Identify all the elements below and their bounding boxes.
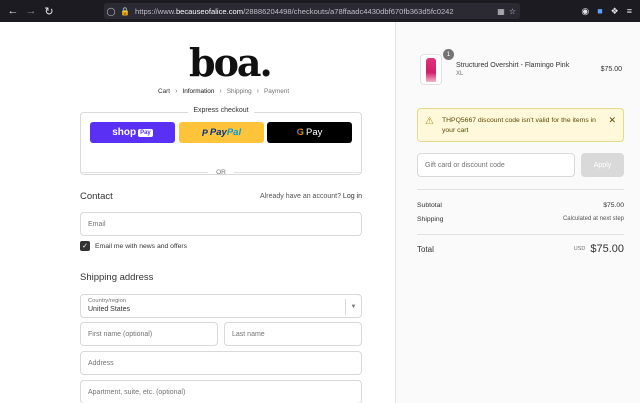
address-field[interactable]: Address: [80, 351, 362, 375]
summary-divider: [417, 189, 624, 190]
lock-icon[interactable]: 🔒: [118, 3, 132, 19]
last-name-field[interactable]: Last name: [224, 322, 362, 346]
account-prompt-text: Already have an account?: [260, 193, 341, 200]
product-variant: XL: [456, 71, 464, 77]
shield-icon[interactable]: ◯: [104, 3, 118, 19]
email-field[interactable]: Email: [80, 212, 362, 236]
pocket-icon[interactable]: ◉: [581, 6, 589, 17]
quantity-badge: 1: [443, 49, 454, 60]
bookmark-star-icon[interactable]: ☆: [509, 7, 516, 16]
total-row: Total USD $75.00: [417, 243, 624, 255]
or-divider: OR: [80, 167, 362, 177]
checkout-form-panel: boa. Cart › Information › Shipping › Pay…: [0, 22, 395, 403]
extensions-puzzle-icon[interactable]: ❖: [611, 6, 619, 17]
chevron-right-icon: ›: [219, 88, 222, 95]
chevron-right-icon: ›: [175, 88, 178, 95]
subtotal-label: Subtotal: [417, 202, 442, 209]
total-divider: [417, 234, 624, 235]
menu-icon[interactable]: ≡: [627, 6, 632, 16]
apartment-placeholder: Apartment, suite, etc. (optional): [88, 388, 186, 396]
currency-code: USD: [573, 246, 586, 252]
product-name: Structured Overshirt - Flamingo Pink: [456, 62, 570, 69]
google-g-icon: G: [296, 127, 304, 138]
apartment-field[interactable]: Apartment, suite, etc. (optional): [80, 380, 362, 403]
browser-toolbar: ← → ↻ ◯ 🔒 https://www.becauseofalice.com…: [0, 0, 640, 22]
breadcrumb: Cart › Information › Shipping › Payment: [158, 88, 289, 95]
total-amount: $75.00: [590, 243, 624, 255]
store-logo[interactable]: boa.: [189, 44, 273, 84]
newsletter-label[interactable]: Email me with news and offers: [95, 243, 187, 250]
chevron-down-icon: ▼: [345, 299, 361, 315]
express-checkout-title: Express checkout: [188, 107, 254, 114]
country-label: Country/region: [88, 298, 127, 304]
alert-message: THPQ5667 discount code isn't valid for t…: [442, 117, 596, 134]
subtotal-value: $75.00: [603, 202, 624, 209]
google-pay-label: Pay: [306, 127, 323, 138]
paypal-label-part2: Pal: [226, 127, 242, 138]
google-pay-button[interactable]: G Pay: [267, 122, 352, 143]
breadcrumb-shipping: Shipping: [226, 88, 252, 95]
first-name-field[interactable]: First name (optional): [80, 322, 218, 346]
shop-pay-button[interactable]: shop Pay: [90, 122, 175, 143]
product-thumbnail: [420, 54, 442, 85]
breadcrumb-information: Information: [182, 88, 215, 95]
apply-button[interactable]: Apply: [581, 153, 624, 177]
discount-error-alert: ⚠ THPQ5667 discount code isn't valid for…: [417, 108, 624, 142]
breadcrumb-payment: Payment: [263, 88, 290, 95]
extension-icon[interactable]: ■: [597, 6, 602, 16]
email-placeholder: Email: [88, 220, 106, 228]
or-label: OR: [216, 168, 226, 176]
translate-icon[interactable]: ▦: [497, 7, 505, 16]
country-value: United States: [88, 306, 131, 313]
login-link[interactable]: Log in: [343, 193, 362, 200]
discount-placeholder: Gift card or discount code: [425, 161, 505, 169]
shipping-value: Calculated at next step: [562, 216, 624, 222]
shop-pay-pill: Pay: [138, 128, 153, 137]
product-image: [426, 57, 436, 82]
order-summary-panel: 1 Structured Overshirt - Flamingo Pink X…: [395, 22, 640, 403]
last-name-placeholder: Last name: [232, 330, 265, 338]
subtotal-row: Subtotal $75.00: [417, 202, 624, 209]
forward-arrow-icon[interactable]: →: [22, 0, 40, 22]
account-prompt: Already have an account? Log in: [260, 193, 362, 200]
discount-code-input[interactable]: Gift card or discount code: [417, 153, 575, 177]
address-placeholder: Address: [88, 359, 114, 367]
paypal-button[interactable]: P Pay Pal: [179, 122, 264, 143]
address-bar[interactable]: ◯ 🔒 https://www.becauseofalice.com/28886…: [104, 3, 520, 19]
total-label: Total: [417, 244, 434, 254]
close-icon[interactable]: ✕: [608, 115, 616, 126]
product-price: $75.00: [600, 66, 622, 73]
back-arrow-icon[interactable]: ←: [4, 0, 22, 22]
shop-pay-label: shop: [112, 127, 137, 138]
breadcrumb-cart[interactable]: Cart: [158, 88, 170, 95]
first-name-placeholder: First name (optional): [88, 330, 153, 338]
warning-icon: ⚠: [425, 116, 434, 127]
contact-heading: Contact: [80, 191, 113, 202]
newsletter-option: ✓ Email me with news and offers: [80, 241, 187, 251]
shipping-address-heading: Shipping address: [80, 272, 154, 283]
country-select[interactable]: Country/region United States ▼: [80, 294, 362, 318]
paypal-label-part1: Pay: [209, 127, 227, 138]
url-text[interactable]: https://www.becauseofalice.com/288862044…: [135, 7, 465, 16]
paypal-icon: P: [201, 127, 208, 138]
shipping-row: Shipping Calculated at next step: [417, 216, 624, 223]
newsletter-checkbox[interactable]: ✓: [80, 241, 90, 251]
reload-icon[interactable]: ↻: [40, 0, 58, 22]
shipping-label: Shipping: [417, 216, 444, 223]
chevron-right-icon: ›: [256, 88, 259, 95]
